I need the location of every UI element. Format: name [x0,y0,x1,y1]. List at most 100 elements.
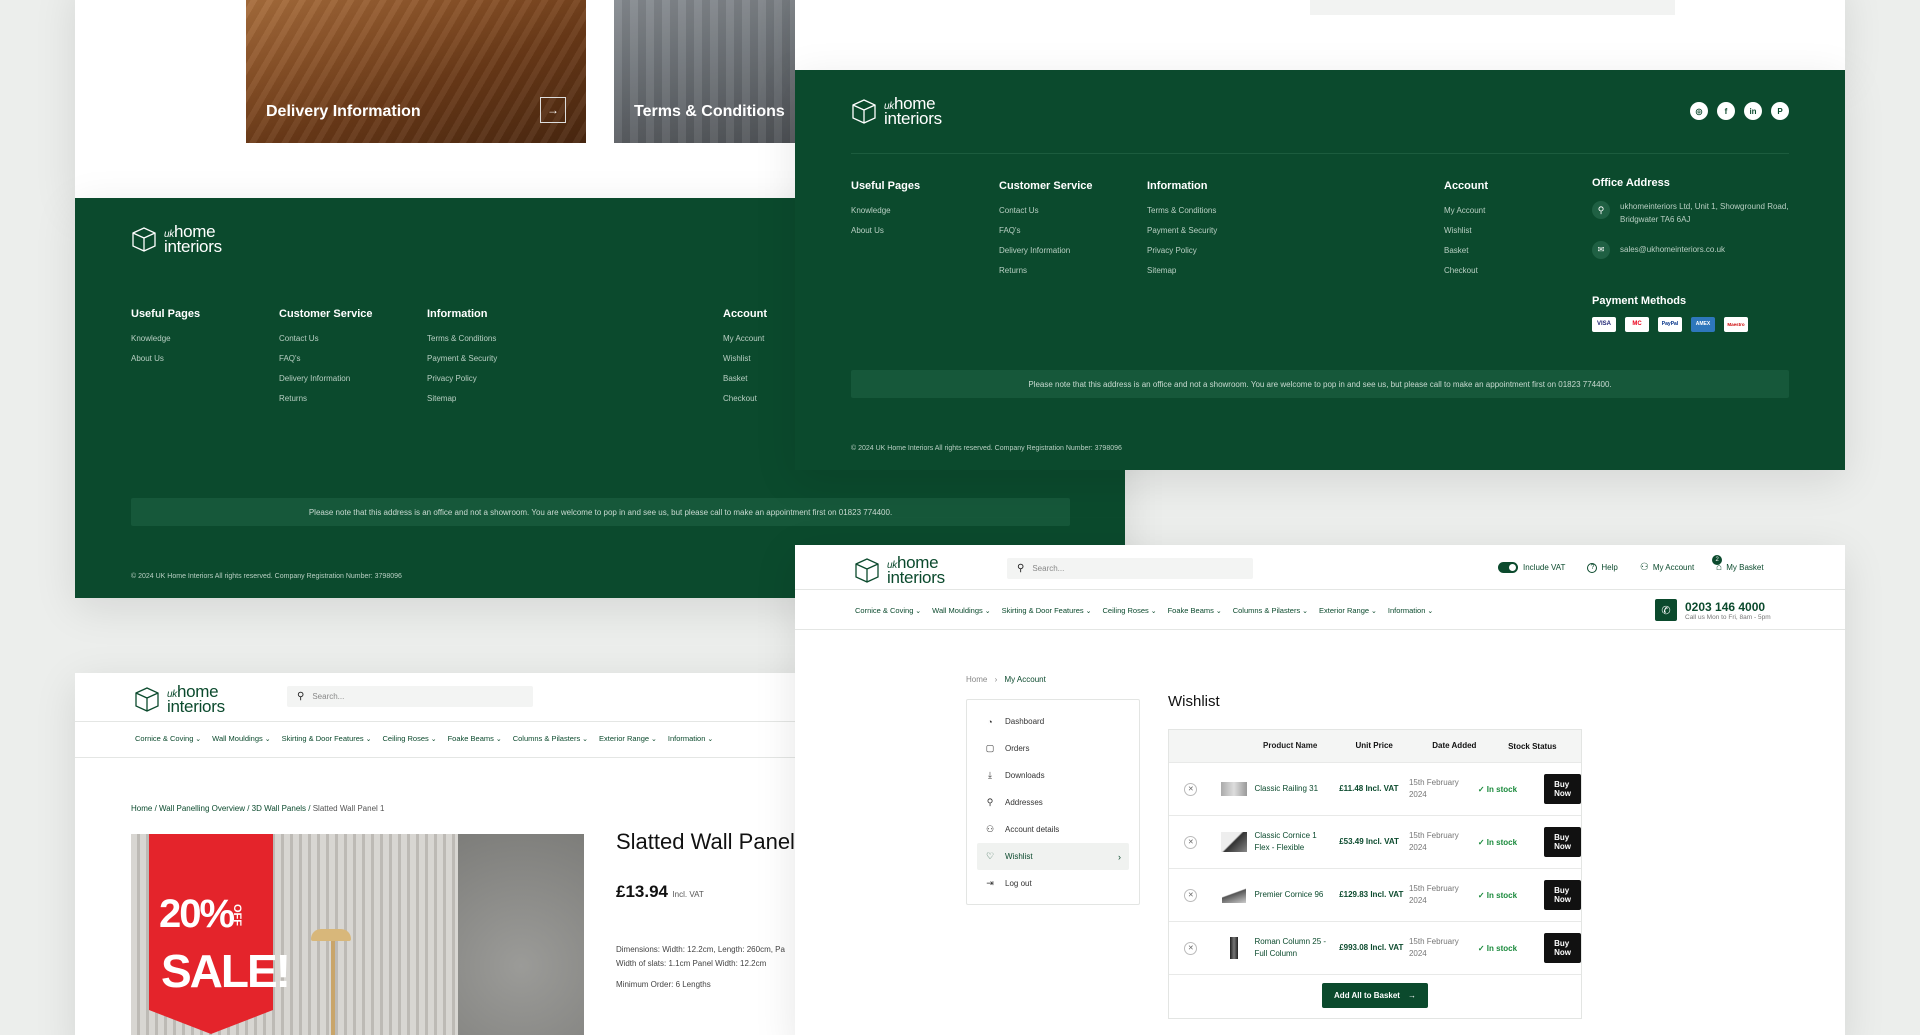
sidebar-item-label: Addresses [1005,798,1043,807]
vat-toggle[interactable]: Include VAT [1498,562,1565,573]
nav-item[interactable]: Columns & Pilasters [1233,606,1308,615]
nav-item[interactable]: Ceiling Roses [1103,606,1157,615]
nav-item[interactable]: Exterior Range [1319,606,1377,615]
sale-off: OFF [231,904,243,926]
footer-link[interactable]: Contact Us [279,334,427,343]
product-thumbnail[interactable] [1220,832,1247,852]
nav-item[interactable]: Exterior Range [599,734,657,743]
toggle-switch[interactable] [1498,562,1518,573]
remove-icon[interactable]: ✕ [1184,835,1198,849]
footer-link[interactable]: About Us [131,354,279,363]
product-thumbnail[interactable] [1221,887,1246,903]
arrow-right-icon[interactable]: → [540,97,566,123]
product-specs: Dimensions: Width: 12.2cm, Length: 260cm… [616,943,785,992]
product-thumbnail[interactable] [1229,937,1238,959]
breadcrumb-link[interactable]: Home [131,804,152,813]
add-all-to-basket-button[interactable]: Add All to Basket → [1322,983,1428,1008]
nav-item[interactable]: Foake Beams [448,734,502,743]
footer-link[interactable]: FAQ's [999,226,1147,235]
nav-item[interactable]: Skirting & Door Features [1002,606,1092,615]
footer-link[interactable]: Privacy Policy [1147,246,1444,255]
sidebar-item-account-details[interactable]: ⚇ Account details [967,816,1139,843]
remove-icon[interactable]: ✕ [1184,782,1198,796]
footer-link[interactable]: Delivery Information [279,374,427,383]
footer-link[interactable]: Returns [999,266,1147,275]
header-logo[interactable]: ukhome interiors [853,554,945,586]
stock-status: In stock [1486,784,1518,794]
nav-item[interactable]: Cornice & Coving [135,734,201,743]
price-value: £13.94 [616,882,668,901]
search-input[interactable]: ⚲ Search... [287,686,533,707]
footer-link[interactable]: Delivery Information [999,246,1147,255]
footer-logo[interactable]: ukhome interiors [850,95,942,127]
buy-now-button[interactable]: Buy Now [1544,827,1581,857]
buy-now-button[interactable]: Buy Now [1544,880,1581,910]
footer-link[interactable]: Privacy Policy [427,374,723,383]
pinterest-icon[interactable]: P [1771,102,1789,120]
footer-link[interactable]: Terms & Conditions [427,334,723,343]
buy-now-button[interactable]: Buy Now [1544,774,1581,804]
instagram-icon[interactable]: ◎ [1690,102,1708,120]
delivery-info-card[interactable]: Delivery Information → [246,0,586,143]
footer-link[interactable]: Returns [279,394,427,403]
footer-link[interactable]: Checkout [1444,266,1592,275]
footer-link[interactable]: About Us [851,226,999,235]
nav-item[interactable]: Information [1388,606,1433,615]
breadcrumb-link[interactable]: 3D Wall Panels [252,804,306,813]
nav-item[interactable]: Information [668,734,713,743]
breadcrumb-link[interactable]: Home [966,675,987,684]
nav-item[interactable]: Columns & Pilasters [513,734,588,743]
remove-icon[interactable]: ✕ [1184,888,1198,902]
sidebar-item-logout[interactable]: ⇥ Log out [967,870,1139,897]
remove-icon[interactable]: ✕ [1184,941,1198,955]
footer-col-title: Customer Service [279,308,373,320]
footer-link[interactable]: Payment & Security [427,354,723,363]
footer-link[interactable]: Terms & Conditions [1147,206,1444,215]
sidebar-item-dashboard[interactable]: ◔ Dashboard [967,708,1139,735]
my-account-link[interactable]: ⚇ My Account [1640,562,1694,573]
phone-contact[interactable]: ✆ 0203 146 4000 Call us Mon to Fri, 8am … [1655,599,1771,621]
sidebar-item-addresses[interactable]: ⚲ Addresses [967,789,1139,816]
my-basket-link[interactable]: ⌂ 2 My Basket [1712,555,1764,573]
footer-link[interactable]: Payment & Security [1147,226,1444,235]
header-logo[interactable]: ukhome interiors [133,683,225,715]
product-image[interactable]: 20% OFF SALE! [131,834,584,1035]
nav-item[interactable]: Cornice & Coving [855,606,921,615]
footer-link[interactable]: FAQ's [279,354,427,363]
product-name-link[interactable]: Premier Cornice 96 [1254,889,1339,901]
facebook-icon[interactable]: f [1717,102,1735,120]
search-input[interactable]: ⚲ Search... [1007,558,1253,579]
product-name-link[interactable]: Roman Column 25 - Full Column [1254,936,1339,961]
product-name-link[interactable]: Classic Cornice 1 Flex - Flexible [1254,830,1339,855]
footer-link[interactable]: Contact Us [999,206,1147,215]
buy-now-button[interactable]: Buy Now [1544,933,1581,963]
nav-item[interactable]: Ceiling Roses [383,734,437,743]
account-breadcrumb: Home › My Account [966,675,1046,684]
footer-logo[interactable]: ukhome interiors [130,223,222,255]
footer-link[interactable]: Knowledge [131,334,279,343]
payment-title: Payment Methods [1592,294,1687,307]
footer-link[interactable]: My Account [1444,206,1592,215]
nav-item[interactable]: Foake Beams [1168,606,1222,615]
footer-link[interactable]: Sitemap [1147,266,1444,275]
office-email[interactable]: sales@ukhomeinteriors.co.uk [1620,245,1725,254]
product-name-link[interactable]: Classic Railing 31 [1254,783,1339,795]
nav-item[interactable]: Wall Mouldings [212,734,270,743]
footer-link[interactable]: Wishlist [1444,226,1592,235]
sidebar-item-downloads[interactable]: ⤓ Downloads [967,762,1139,789]
stock-status: In stock [1486,943,1518,953]
search-placeholder: Search... [1032,564,1065,573]
sidebar-item-orders[interactable]: ▢ Orders [967,735,1139,762]
linkedin-icon[interactable]: in [1744,102,1762,120]
maestro-icon: Maestro [1724,316,1748,332]
breadcrumb-link[interactable]: Wall Panelling Overview [159,804,245,813]
footer-link[interactable]: Sitemap [427,394,723,403]
product-thumbnail[interactable] [1220,782,1247,796]
sidebar-item-wishlist[interactable]: ♡ Wishlist › [977,843,1129,870]
nav-item[interactable]: Wall Mouldings [932,606,990,615]
help-link[interactable]: ? Help [1587,562,1618,573]
footer-link[interactable]: Knowledge [851,206,999,215]
footer-link[interactable]: Basket [1444,246,1592,255]
footer-col-title: Useful Pages [131,308,201,320]
nav-item[interactable]: Skirting & Door Features [282,734,372,743]
